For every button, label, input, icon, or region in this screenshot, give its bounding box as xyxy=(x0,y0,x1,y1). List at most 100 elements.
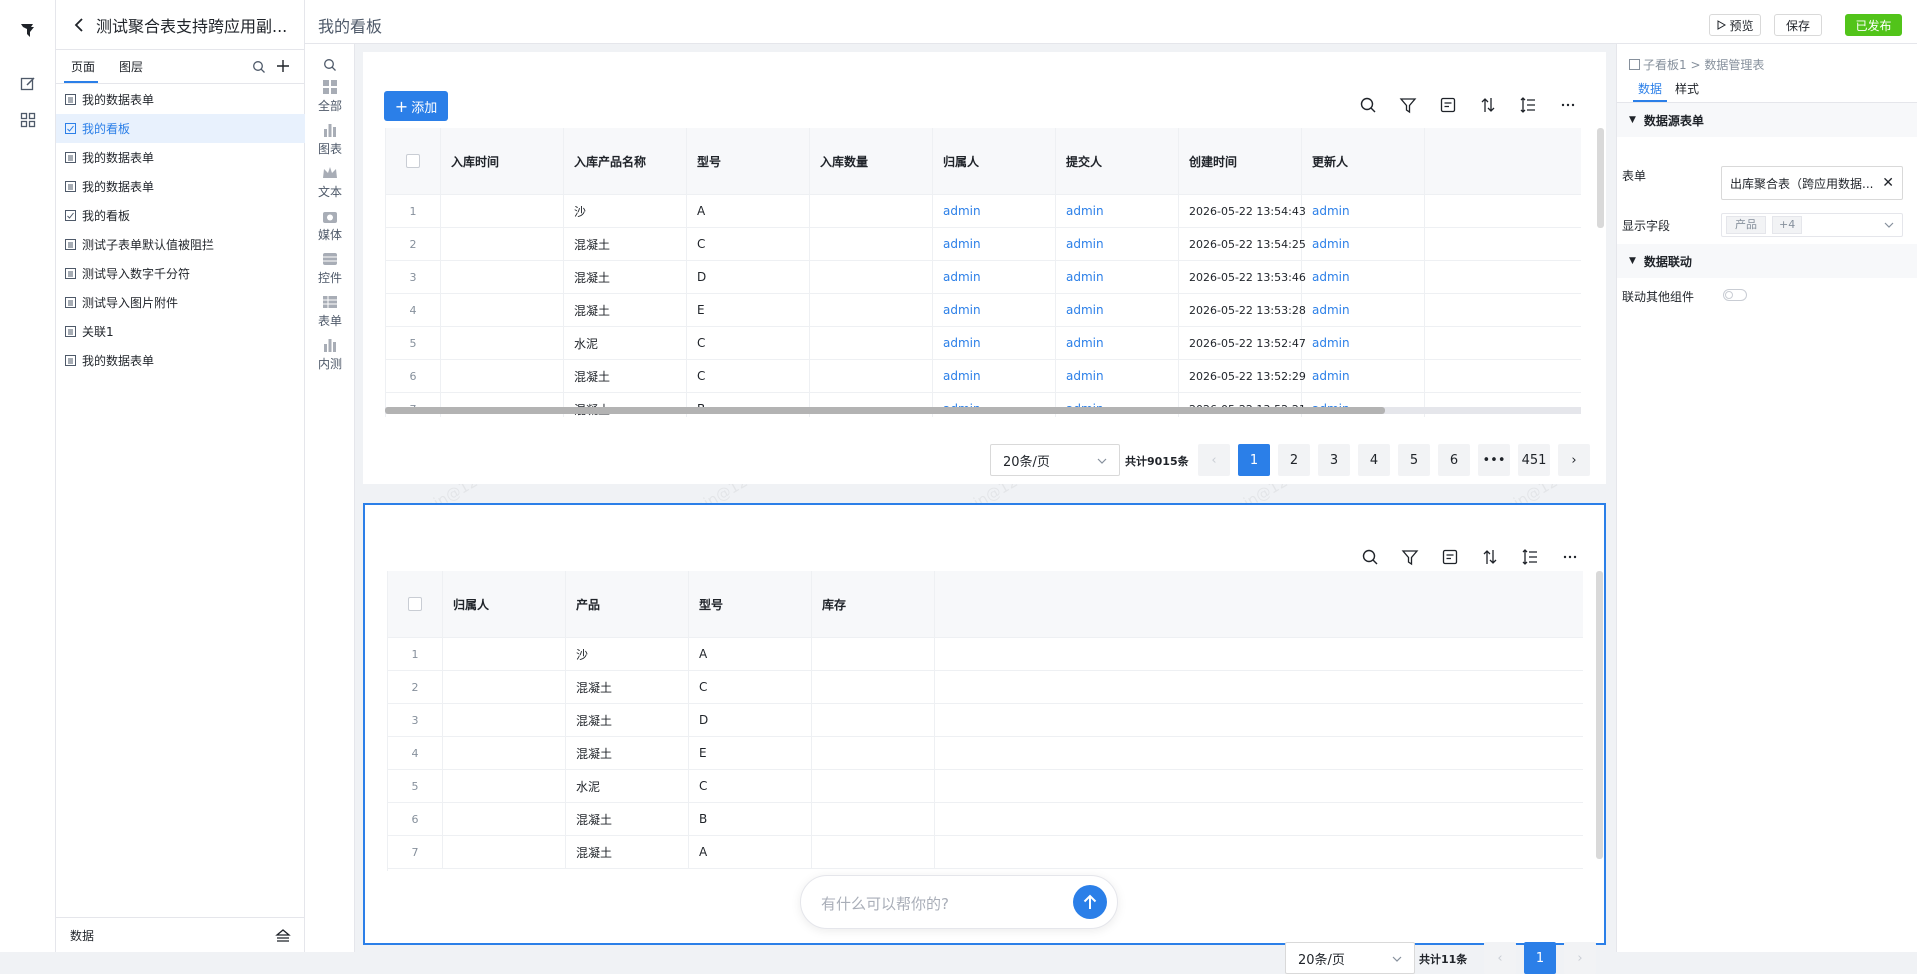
clear-icon[interactable]: ✕ xyxy=(1882,175,1894,191)
page-button[interactable]: 5 xyxy=(1398,444,1430,476)
user-link[interactable]: admin xyxy=(1302,294,1425,327)
section-data-linkage[interactable]: ▼ 数据联动 xyxy=(1617,244,1917,278)
select-all-checkbox[interactable] xyxy=(406,154,420,168)
column-header[interactable]: 创建时间 xyxy=(1179,128,1302,195)
user-link[interactable]: admin xyxy=(933,327,1056,360)
page-item[interactable]: 关联1 xyxy=(56,317,305,346)
data-footer[interactable]: 数据 xyxy=(56,917,305,952)
form-select[interactable]: 出库聚合表（跨应用数据... ✕ xyxy=(1721,166,1903,200)
tab-layers[interactable]: 图层 xyxy=(119,58,143,75)
back-arrow-icon[interactable] xyxy=(74,17,84,32)
page-button[interactable]: 4 xyxy=(1358,444,1390,476)
horizontal-scroll-thumb[interactable] xyxy=(385,407,1385,414)
page-item[interactable]: 我的数据表单 xyxy=(56,346,305,375)
sort-icon[interactable] xyxy=(1481,548,1499,566)
widget-category[interactable]: 表单 xyxy=(305,295,355,329)
widget-category[interactable]: 内测 xyxy=(305,338,355,372)
user-link[interactable]: admin xyxy=(1302,360,1425,393)
user-link[interactable]: admin xyxy=(1302,327,1425,360)
prev-page-button[interactable]: ‹ xyxy=(1484,942,1516,974)
horizontal-scrollbar[interactable] xyxy=(385,407,1581,414)
row-height-icon[interactable] xyxy=(1521,548,1539,566)
select-all-checkbox[interactable] xyxy=(408,597,422,611)
app-logo-icon[interactable] xyxy=(18,20,38,40)
column-header[interactable]: 型号 xyxy=(689,571,812,638)
page-size-select[interactable]: 20条/页 xyxy=(990,444,1120,476)
tab-pages[interactable]: 页面 xyxy=(71,58,95,75)
page-item[interactable]: 我的数据表单 xyxy=(56,172,305,201)
tab-data[interactable]: 数据 xyxy=(1638,80,1662,97)
search-icon[interactable] xyxy=(1361,548,1379,566)
collapse-up-icon[interactable] xyxy=(275,928,291,942)
user-link[interactable]: admin xyxy=(1056,195,1179,228)
add-icon[interactable] xyxy=(276,59,290,73)
widget-category[interactable]: 控件 xyxy=(305,252,355,286)
tab-style[interactable]: 样式 xyxy=(1675,80,1699,97)
edit-icon[interactable] xyxy=(18,74,38,94)
column-header[interactable]: 入库产品名称 xyxy=(564,128,687,195)
page-button[interactable]: ••• xyxy=(1478,444,1510,476)
page-item[interactable]: 测试导入数字千分符 xyxy=(56,259,305,288)
filter-icon[interactable] xyxy=(1401,548,1419,566)
user-link[interactable]: admin xyxy=(933,294,1056,327)
widget-category[interactable]: 文本 xyxy=(305,166,355,200)
vertical-scroll-thumb[interactable] xyxy=(1597,128,1604,228)
vertical-scroll-thumb-2[interactable] xyxy=(1596,571,1603,859)
display-fields-select[interactable]: 产品 +4 xyxy=(1721,213,1903,237)
send-button[interactable] xyxy=(1073,885,1107,919)
apps-icon[interactable] xyxy=(18,110,38,130)
widget-search-icon[interactable] xyxy=(323,58,337,72)
preview-button[interactable]: 预览 xyxy=(1709,14,1761,36)
search-icon[interactable] xyxy=(252,60,266,74)
assistant-chat-input[interactable]: 有什么可以帮你的? xyxy=(800,875,1118,929)
save-button[interactable]: 保存 xyxy=(1774,14,1822,36)
column-header[interactable]: 库存 xyxy=(812,571,935,638)
user-link[interactable]: admin xyxy=(933,195,1056,228)
more-icon[interactable] xyxy=(1559,96,1577,114)
page-item[interactable]: 测试子表单默认值被阻拦 xyxy=(56,230,305,259)
more-icon[interactable] xyxy=(1561,548,1579,566)
link-others-toggle[interactable] xyxy=(1723,289,1747,301)
search-icon[interactable] xyxy=(1359,96,1377,114)
section-data-source[interactable]: ▼ 数据源表单 xyxy=(1617,103,1917,137)
next-page-button[interactable]: › xyxy=(1558,444,1590,476)
column-header[interactable]: 提交人 xyxy=(1056,128,1179,195)
widget-category[interactable]: 媒体 xyxy=(305,209,355,243)
published-button[interactable]: 已发布 xyxy=(1845,14,1902,36)
page-button[interactable]: 451 xyxy=(1518,444,1550,476)
column-header[interactable]: 归属人 xyxy=(933,128,1056,195)
user-link[interactable]: admin xyxy=(1056,294,1179,327)
column-header[interactable]: 入库时间 xyxy=(441,128,564,195)
page-item[interactable]: 我的看板 xyxy=(56,201,305,230)
page-item[interactable]: 我的数据表单 xyxy=(56,85,305,114)
next-page-button[interactable]: › xyxy=(1564,942,1596,974)
add-record-button[interactable]: + 添加 xyxy=(384,91,448,121)
user-link[interactable]: admin xyxy=(1056,228,1179,261)
column-header[interactable]: 产品 xyxy=(566,571,689,638)
user-link[interactable]: admin xyxy=(1056,360,1179,393)
widget-category[interactable]: 全部 xyxy=(305,80,355,114)
summary-icon[interactable] xyxy=(1441,548,1459,566)
user-link[interactable]: admin xyxy=(1302,261,1425,294)
page-button[interactable]: 1 xyxy=(1524,942,1556,974)
user-link[interactable]: admin xyxy=(1056,261,1179,294)
row-height-icon[interactable] xyxy=(1519,96,1537,114)
page-button[interactable]: 6 xyxy=(1438,444,1470,476)
page-button[interactable]: 1 xyxy=(1238,444,1270,476)
column-header[interactable]: 归属人 xyxy=(443,571,566,638)
widget-category[interactable]: 图表 xyxy=(305,123,355,157)
page-button[interactable]: 2 xyxy=(1278,444,1310,476)
page-item[interactable]: 我的数据表单 xyxy=(56,143,305,172)
column-header[interactable]: 更新人 xyxy=(1302,128,1425,195)
user-link[interactable]: admin xyxy=(1302,228,1425,261)
sort-icon[interactable] xyxy=(1479,96,1497,114)
filter-icon[interactable] xyxy=(1399,96,1417,114)
user-link[interactable]: admin xyxy=(933,360,1056,393)
page-size-select[interactable]: 20条/页 xyxy=(1285,942,1415,974)
page-item[interactable]: 我的看板 xyxy=(56,114,305,143)
user-link[interactable]: admin xyxy=(1056,327,1179,360)
summary-icon[interactable] xyxy=(1439,96,1457,114)
page-item[interactable]: 测试导入图片附件 xyxy=(56,288,305,317)
column-header[interactable]: 型号 xyxy=(687,128,810,195)
page-button[interactable]: 3 xyxy=(1318,444,1350,476)
